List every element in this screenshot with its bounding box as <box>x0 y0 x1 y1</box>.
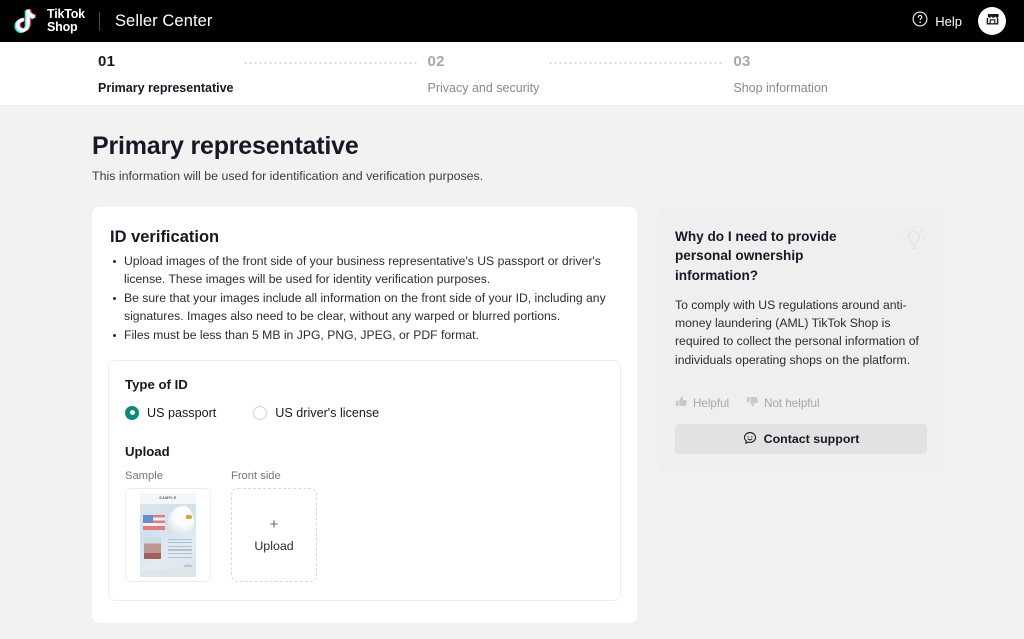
brand-line-2: Shop <box>47 20 78 34</box>
not-helpful-label: Not helpful <box>764 396 820 410</box>
tiktok-note-icon <box>14 8 40 35</box>
two-column-layout: ID verification Upload images of the fro… <box>0 183 1024 623</box>
sample-caption: Sample <box>125 469 163 482</box>
radio-label: US driver's license <box>275 405 380 420</box>
thumbs-down-icon <box>746 395 759 411</box>
page-root: TikTok Shop Seller Center Help 01 Primar… <box>0 0 1024 639</box>
help-button[interactable]: Help <box>912 11 962 32</box>
helpful-button[interactable]: Helpful <box>675 395 729 411</box>
question-circle-icon <box>912 11 928 32</box>
stepper-steps: 01 Primary representative 02 Privacy and… <box>98 42 828 95</box>
info-panel-title: Why do I need to provide personal owners… <box>675 229 837 283</box>
page-heading-block: Primary representative This information … <box>0 132 1024 183</box>
radio-icon <box>253 405 268 420</box>
sample-watermark-text: SAMPLE <box>159 496 177 501</box>
step-connector-1 <box>242 62 419 64</box>
thumbs-up-icon <box>675 395 688 411</box>
shop-avatar[interactable] <box>978 7 1006 35</box>
contact-support-label: Contact support <box>763 432 860 447</box>
sample-column: Sample SAMPLE USA <box>125 470 211 582</box>
shop-store-icon <box>984 10 1001 32</box>
id-verification-card: ID verification Upload images of the fro… <box>92 207 637 623</box>
type-of-id-label: Type of ID <box>125 376 188 392</box>
step-number: 01 <box>98 53 116 70</box>
passport-country-text: USA <box>184 563 192 568</box>
info-panel: Why do I need to provide personal owners… <box>657 207 945 473</box>
chat-smiley-icon <box>743 431 757 448</box>
passport-text-lines <box>168 538 192 560</box>
feedback-row: Helpful Not helpful <box>675 395 927 411</box>
sample-passport-thumbnail: SAMPLE USA <box>125 487 211 582</box>
list-item: Upload images of the front side of your … <box>108 253 621 289</box>
requirements-list: Upload images of the front side of your … <box>108 253 621 345</box>
plus-icon: + <box>269 515 279 533</box>
passport-sample-image: SAMPLE USA <box>140 492 196 577</box>
sample-watermark-band: SAMPLE <box>140 492 196 504</box>
top-header-bar: TikTok Shop Seller Center Help <box>0 0 1024 42</box>
upload-row: Sample SAMPLE USA Front side + Upload <box>125 470 604 582</box>
card-heading: ID verification <box>110 228 220 246</box>
us-flag-illustration <box>143 514 165 530</box>
upload-section-label: Upload <box>125 443 170 459</box>
page-title: Primary representative <box>92 132 359 160</box>
type-of-id-radio-group: US passport US driver's license <box>125 405 604 420</box>
front-side-caption: Front side <box>231 469 281 482</box>
progress-stepper: 01 Primary representative 02 Privacy and… <box>0 42 1024 106</box>
radio-us-drivers-license[interactable]: US driver's license <box>253 405 380 420</box>
radio-us-passport[interactable]: US passport <box>125 405 217 420</box>
radio-icon <box>125 405 139 420</box>
lightbulb-icon <box>897 221 931 260</box>
help-label: Help <box>935 13 962 29</box>
not-helpful-button[interactable]: Not helpful <box>746 395 820 411</box>
upload-dropzone[interactable]: + Upload <box>231 487 317 582</box>
contact-support-button[interactable]: Contact support <box>675 424 927 455</box>
page-subtitle: This information will be used for identi… <box>92 169 484 183</box>
step-item-shop-information[interactable]: 03 Shop information <box>733 53 828 95</box>
app-title: Seller Center <box>114 11 213 30</box>
step-item-primary-representative[interactable]: 01 Primary representative <box>98 53 234 95</box>
header-divider <box>98 11 100 31</box>
info-panel-body: To comply with US regulations around ant… <box>675 297 919 367</box>
list-item: Be sure that your images include all inf… <box>108 290 621 326</box>
step-label: Primary representative <box>98 81 234 95</box>
page-content: Primary representative This information … <box>0 106 1024 639</box>
eagle-illustration <box>168 505 194 536</box>
brand-logo[interactable]: TikTok Shop <box>14 8 85 35</box>
step-label: Privacy and security <box>427 81 540 95</box>
passport-photo <box>144 536 161 559</box>
step-label: Shop information <box>733 81 828 95</box>
helpful-label: Helpful <box>693 396 730 410</box>
upload-button-label: Upload <box>254 538 294 553</box>
id-form-box: Type of ID US passport US driver's licen… <box>108 359 621 601</box>
step-number: 02 <box>427 53 445 70</box>
header-actions: Help <box>912 7 1010 35</box>
passport-mrz-strip <box>140 569 196 577</box>
brand-wordmark: TikTok Shop <box>47 8 85 34</box>
front-side-column: Front side + Upload <box>231 470 317 582</box>
step-connector-2 <box>548 62 725 64</box>
step-number: 03 <box>733 53 751 70</box>
radio-label: US passport <box>147 405 217 420</box>
form-footer: Back Next <box>0 623 1024 639</box>
list-item: Files must be less than 5 MB in JPG, PNG… <box>108 327 621 345</box>
step-item-privacy-and-security[interactable]: 02 Privacy and security <box>428 53 540 95</box>
